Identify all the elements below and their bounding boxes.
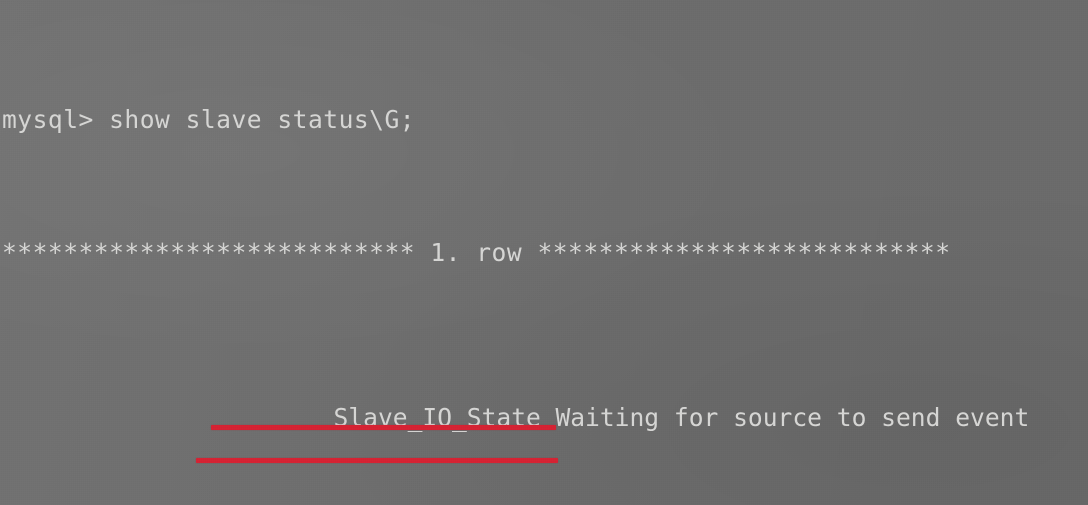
field-value-slave-io-state: Waiting for source to send event: [555, 403, 1030, 433]
clipped-bottom-line: Replicate_Ignore_DB: [0, 499, 1088, 505]
status-row: Slave_IO_State Waiting for source to send…: [0, 368, 1088, 432]
mysql-prompt-line: mysql> show slave status\G;: [2, 105, 416, 135]
row-separator-banner: *************************** 1. row *****…: [2, 237, 951, 267]
red-underline-slave-sql-running: [196, 458, 558, 463]
red-underline-slave-io-running: [211, 425, 556, 430]
field-name-clipped: Replicate_Ignore_DB: [0, 499, 452, 505]
terminal-window: mysql> show slave status\G; ************…: [0, 0, 1088, 505]
